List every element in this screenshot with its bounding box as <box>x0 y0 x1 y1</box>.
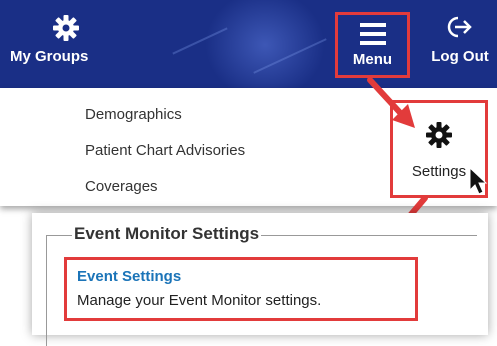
my-groups-label: My Groups <box>10 48 89 65</box>
menu-label: Menu <box>352 51 393 68</box>
navbar-glow <box>205 0 325 88</box>
logout-label: Log Out <box>431 48 489 65</box>
top-navbar: My Groups Menu Log Out <box>0 0 497 88</box>
event-monitor-panel: Event Monitor Settings Event Settings Ma… <box>32 213 488 346</box>
logout-button[interactable]: Log Out <box>423 14 497 65</box>
gear-icon <box>426 122 452 148</box>
settings-label: Settings <box>411 163 467 180</box>
logout-icon <box>447 16 472 38</box>
menu-button[interactable]: Menu <box>335 12 410 78</box>
menu-item-coverages[interactable]: Coverages <box>85 178 158 195</box>
menu-item-patient-chart-advisories[interactable]: Patient Chart Advisories <box>85 142 245 159</box>
event-settings-box: Event Settings Manage your Event Monitor… <box>64 257 418 321</box>
settings-menu-item[interactable]: Settings <box>390 100 488 198</box>
gear-icon <box>53 15 79 41</box>
event-settings-link[interactable]: Event Settings <box>77 268 181 285</box>
my-groups-button[interactable]: My Groups <box>10 14 120 65</box>
event-monitor-legend: Event Monitor Settings <box>72 224 262 244</box>
event-settings-description: Manage your Event Monitor settings. <box>77 292 322 309</box>
hamburger-icon <box>359 23 386 45</box>
menu-item-demographics[interactable]: Demographics <box>85 106 182 123</box>
